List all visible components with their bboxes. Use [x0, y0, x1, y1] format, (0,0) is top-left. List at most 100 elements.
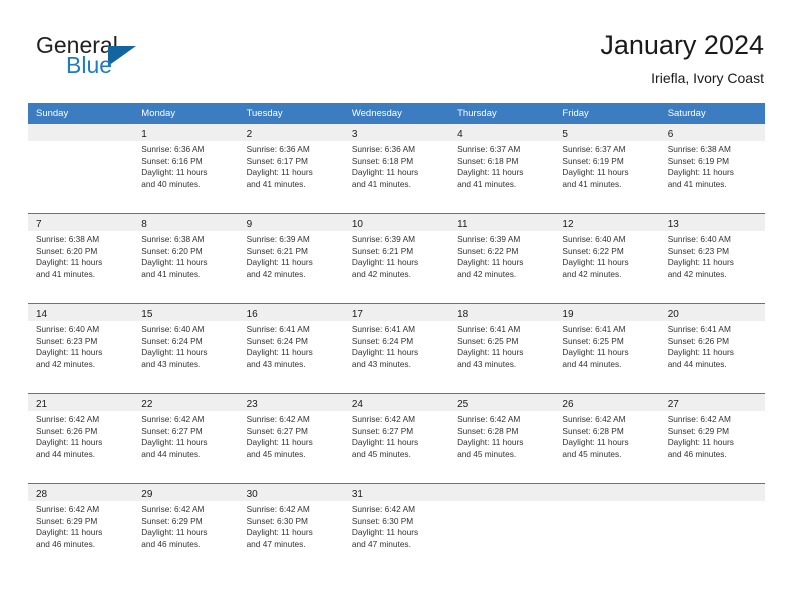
sunset-text: Sunset: 6:24 PM [141, 335, 203, 346]
day-number: 8 [141, 219, 147, 230]
day-number: 14 [36, 309, 48, 320]
brand-name-blue: Blue [66, 52, 113, 78]
day-number-band: 17 [343, 304, 450, 321]
daylight-text-line1: Daylight: 11 hours [351, 167, 419, 178]
sunrise-text: Sunrise: 6:38 AM [36, 234, 100, 244]
calendar-day-cell-22[interactable]: 22 Sunrise: 6:42 AM Sunset: 6:27 PM Dayl… [133, 394, 239, 483]
sunset-text: Sunset: 6:19 PM [562, 155, 624, 166]
sunrise-text: Sunrise: 6:40 AM [141, 324, 205, 334]
calendar-day-cell-11[interactable]: 11 Sunrise: 6:39 AM Sunset: 6:22 PM Dayl… [449, 214, 555, 303]
sunset-text: Sunset: 6:27 PM [246, 425, 308, 436]
calendar-day-cell-2[interactable]: 2 Sunrise: 6:36 AM Sunset: 6:17 PM Dayli… [238, 124, 344, 213]
day-number-band: 19 [554, 304, 660, 321]
calendar-day-cell-18[interactable]: 18 Sunrise: 6:41 AM Sunset: 6:25 PM Dayl… [449, 304, 555, 393]
daylight-text-line2: and 44 minutes. [562, 358, 622, 369]
calendar-day-cell-6[interactable]: 6 Sunrise: 6:38 AM Sunset: 6:19 PM Dayli… [659, 124, 765, 213]
day-number-band: 11 [449, 214, 555, 231]
sunset-text: Sunset: 6:20 PM [36, 245, 98, 256]
day-number-band: 3 [343, 124, 450, 141]
sunset-text: Sunset: 6:29 PM [141, 515, 203, 526]
day-details: Sunrise: 6:38 AM Sunset: 6:20 PM Dayligh… [133, 231, 238, 280]
calendar-day-cell-31[interactable]: 31 Sunrise: 6:42 AM Sunset: 6:30 PM Dayl… [343, 484, 450, 573]
daylight-text-line1: Daylight: 11 hours [457, 167, 524, 178]
day-number-band: 1 [133, 124, 239, 141]
sunset-text: Sunset: 6:17 PM [246, 155, 308, 166]
daylight-text-line1: Daylight: 11 hours [36, 347, 103, 358]
sunrise-text: Sunrise: 6:38 AM [667, 144, 731, 154]
daylight-text-line2: and 43 minutes. [351, 358, 411, 369]
daylight-text-line1: Daylight: 11 hours [246, 347, 313, 358]
day-details [449, 501, 554, 504]
day-number: 10 [351, 219, 363, 230]
daylight-text-line2: and 41 minutes. [351, 178, 411, 189]
weekday-header-row: Sunday Monday Tuesday Wednesday Thursday… [28, 103, 765, 124]
day-details: Sunrise: 6:37 AM Sunset: 6:19 PM Dayligh… [554, 141, 659, 190]
day-number-band: 9 [238, 214, 344, 231]
sunset-text: Sunset: 6:27 PM [351, 425, 414, 436]
day-number: 17 [351, 309, 363, 320]
calendar-day-cell-5[interactable]: 5 Sunrise: 6:37 AM Sunset: 6:19 PM Dayli… [554, 124, 660, 213]
sunrise-text: Sunrise: 6:42 AM [36, 504, 100, 514]
calendar-day-cell-16[interactable]: 16 Sunrise: 6:41 AM Sunset: 6:24 PM Dayl… [238, 304, 344, 393]
calendar-day-cell-23[interactable]: 23 Sunrise: 6:42 AM Sunset: 6:27 PM Dayl… [238, 394, 344, 483]
sunset-text: Sunset: 6:26 PM [36, 425, 98, 436]
sunset-text: Sunset: 6:18 PM [457, 155, 519, 166]
day-number: 12 [562, 219, 574, 230]
calendar-day-cell-4[interactable]: 4 Sunrise: 6:37 AM Sunset: 6:18 PM Dayli… [449, 124, 555, 213]
daylight-text-line1: Daylight: 11 hours [246, 437, 313, 448]
calendar-day-cell-25[interactable]: 25 Sunrise: 6:42 AM Sunset: 6:28 PM Dayl… [449, 394, 555, 483]
calendar-day-cell-1[interactable]: 1 Sunrise: 6:36 AM Sunset: 6:16 PM Dayli… [133, 124, 239, 213]
day-details: Sunrise: 6:39 AM Sunset: 6:21 PM Dayligh… [344, 231, 449, 280]
day-details: Sunrise: 6:39 AM Sunset: 6:21 PM Dayligh… [239, 231, 344, 280]
calendar-day-cell-10[interactable]: 10 Sunrise: 6:39 AM Sunset: 6:21 PM Dayl… [343, 214, 450, 303]
daylight-text-line1: Daylight: 11 hours [246, 167, 313, 178]
day-number: 3 [351, 129, 358, 140]
day-number-band: 22 [133, 394, 239, 411]
sunrise-text: Sunrise: 6:42 AM [457, 414, 521, 424]
day-details: Sunrise: 6:41 AM Sunset: 6:25 PM Dayligh… [554, 321, 659, 370]
sunrise-text: Sunrise: 6:42 AM [36, 414, 100, 424]
daylight-text-line2: and 41 minutes. [562, 178, 622, 189]
sunrise-text: Sunrise: 6:36 AM [351, 144, 416, 154]
calendar-day-cell-27[interactable]: 27 Sunrise: 6:42 AM Sunset: 6:29 PM Dayl… [659, 394, 765, 483]
day-details: Sunrise: 6:38 AM Sunset: 6:19 PM Dayligh… [660, 141, 765, 190]
calendar-day-cell-17[interactable]: 17 Sunrise: 6:41 AM Sunset: 6:24 PM Dayl… [343, 304, 450, 393]
calendar-day-cell-7[interactable]: 7 Sunrise: 6:38 AM Sunset: 6:20 PM Dayli… [28, 214, 134, 303]
calendar-day-cell-9[interactable]: 9 Sunrise: 6:39 AM Sunset: 6:21 PM Dayli… [238, 214, 344, 303]
day-number-band: 25 [449, 394, 555, 411]
day-number-band: 28 [28, 484, 134, 501]
calendar-day-cell-20[interactable]: 20 Sunrise: 6:41 AM Sunset: 6:26 PM Dayl… [659, 304, 765, 393]
calendar-day-cell-3[interactable]: 3 Sunrise: 6:36 AM Sunset: 6:18 PM Dayli… [343, 124, 450, 213]
brand-logo[interactable]: General Blue [36, 32, 236, 90]
calendar-day-cell-15[interactable]: 15 Sunrise: 6:40 AM Sunset: 6:24 PM Dayl… [133, 304, 239, 393]
day-number-band: 4 [449, 124, 555, 141]
daylight-text-line2: and 44 minutes. [36, 448, 96, 459]
day-details: Sunrise: 6:42 AM Sunset: 6:28 PM Dayligh… [554, 411, 659, 460]
calendar-day-cell-13[interactable]: 13 Sunrise: 6:40 AM Sunset: 6:23 PM Dayl… [659, 214, 765, 303]
sunrise-text: Sunrise: 6:39 AM [457, 234, 521, 244]
calendar-day-cell-empty [28, 124, 134, 213]
calendar-day-cell-21[interactable]: 21 Sunrise: 6:42 AM Sunset: 6:26 PM Dayl… [28, 394, 134, 483]
sunset-text: Sunset: 6:25 PM [457, 335, 519, 346]
calendar-day-cell-14[interactable]: 14 Sunrise: 6:40 AM Sunset: 6:23 PM Dayl… [28, 304, 134, 393]
calendar-day-cell-29[interactable]: 29 Sunrise: 6:42 AM Sunset: 6:29 PM Dayl… [133, 484, 239, 573]
calendar-day-cell-12[interactable]: 12 Sunrise: 6:40 AM Sunset: 6:22 PM Dayl… [554, 214, 660, 303]
calendar-day-cell-8[interactable]: 8 Sunrise: 6:38 AM Sunset: 6:20 PM Dayli… [133, 214, 239, 303]
calendar-day-cell-26[interactable]: 26 Sunrise: 6:42 AM Sunset: 6:28 PM Dayl… [554, 394, 660, 483]
day-number: 20 [667, 309, 679, 320]
calendar-week-row-5: 28 Sunrise: 6:42 AM Sunset: 6:29 PM Dayl… [28, 483, 765, 573]
day-details: Sunrise: 6:42 AM Sunset: 6:27 PM Dayligh… [239, 411, 344, 460]
day-number: 30 [246, 489, 258, 500]
day-number-band: 15 [133, 304, 239, 321]
daylight-text-line1: Daylight: 11 hours [562, 167, 629, 178]
daylight-text-line2: and 43 minutes. [457, 358, 517, 369]
calendar-day-cell-24[interactable]: 24 Sunrise: 6:42 AM Sunset: 6:27 PM Dayl… [343, 394, 450, 483]
daylight-text-line2: and 45 minutes. [351, 448, 411, 459]
day-number-band: 7 [28, 214, 134, 231]
daylight-text-line2: and 42 minutes. [351, 268, 411, 279]
daylight-text-line1: Daylight: 11 hours [351, 347, 419, 358]
calendar-day-cell-30[interactable]: 30 Sunrise: 6:42 AM Sunset: 6:30 PM Dayl… [238, 484, 344, 573]
calendar-day-cell-28[interactable]: 28 Sunrise: 6:42 AM Sunset: 6:29 PM Dayl… [28, 484, 134, 573]
calendar-day-cell-19[interactable]: 19 Sunrise: 6:41 AM Sunset: 6:25 PM Dayl… [554, 304, 660, 393]
day-number-band: 23 [238, 394, 344, 411]
